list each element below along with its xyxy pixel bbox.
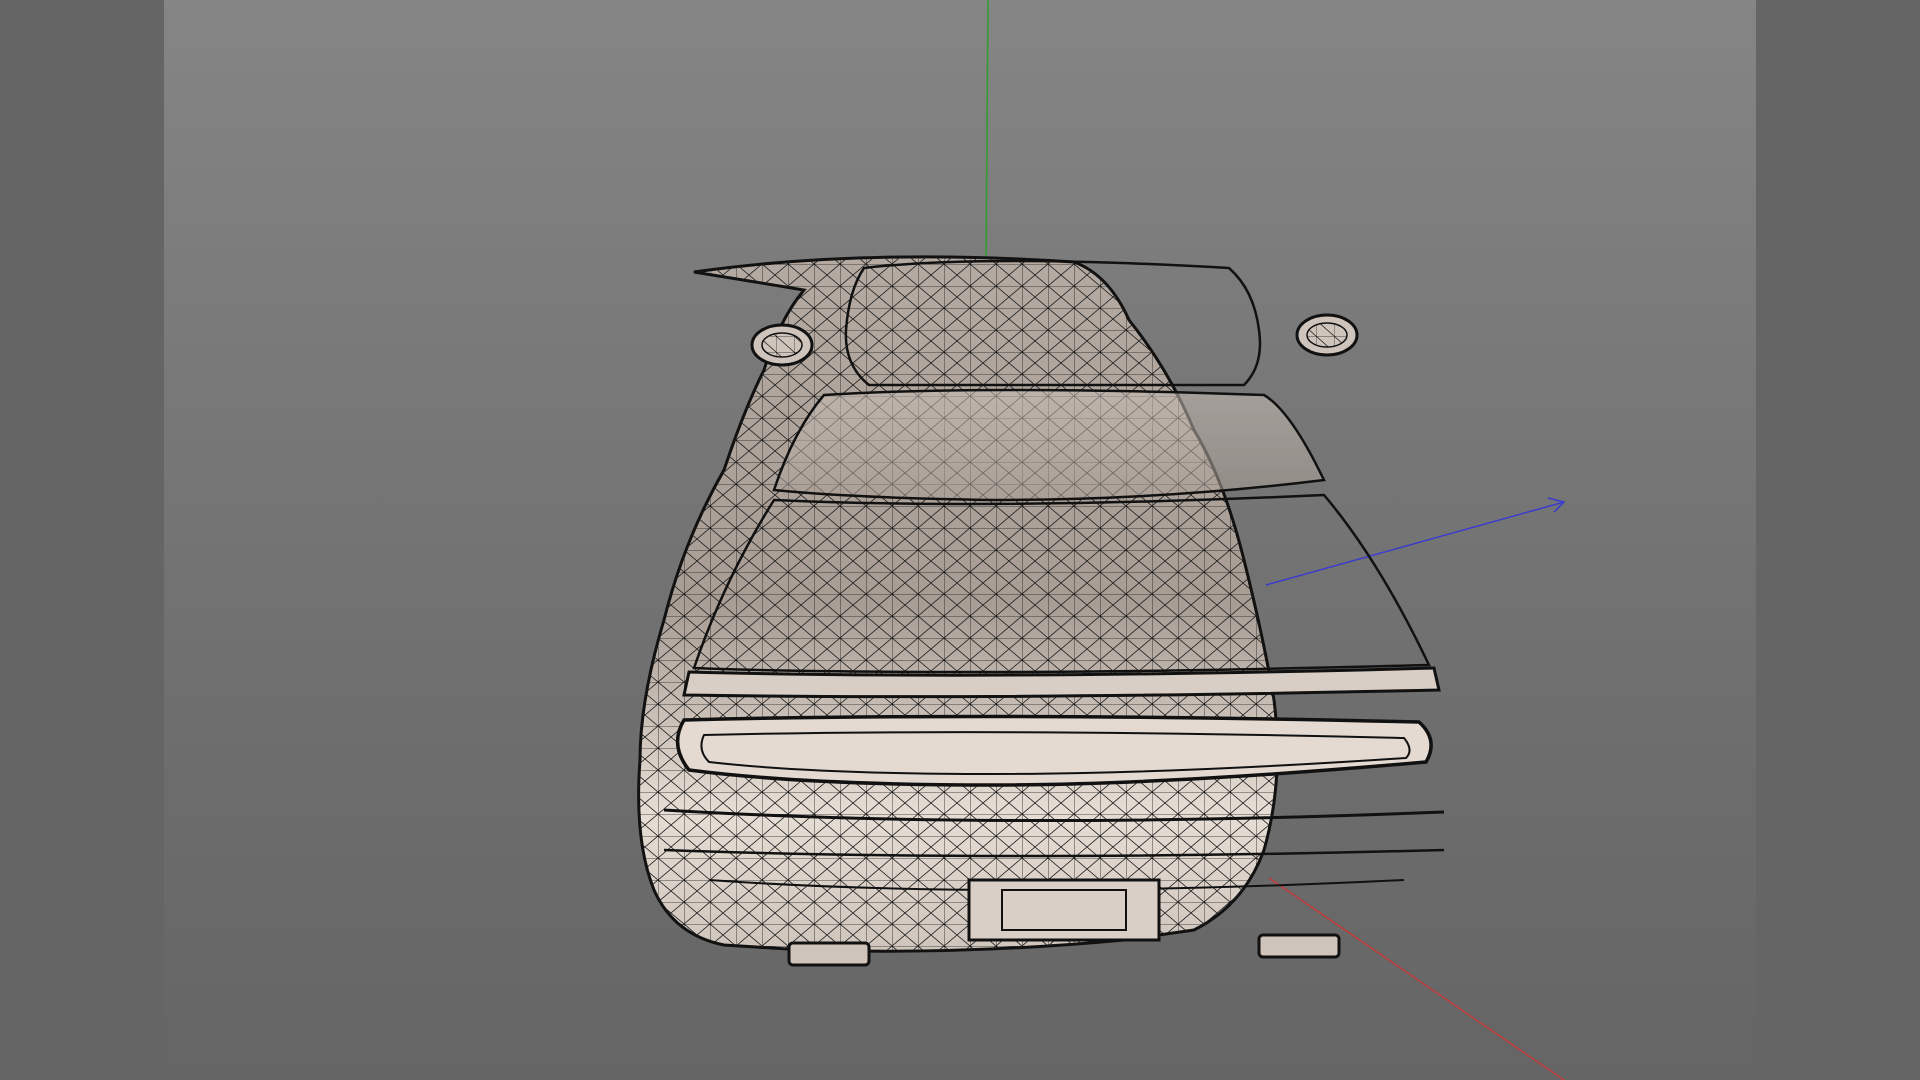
exhaust-right: [1257, 933, 1341, 959]
tail-light-bar: [675, 714, 1433, 787]
license-plate: [967, 878, 1161, 942]
mirror-left: [750, 323, 814, 367]
3d-viewport[interactable]: [164, 0, 1756, 1080]
mirror-right: [1295, 313, 1359, 357]
modeling-app: [0, 0, 1920, 1080]
left-panel: [0, 0, 164, 1080]
exhaust-left: [787, 941, 871, 967]
right-panel: [1756, 0, 1920, 1080]
x-axis: [1268, 877, 1565, 1080]
z-axis: [1265, 497, 1566, 586]
car-model[interactable]: [624, 240, 1445, 967]
viewport-canvas[interactable]: [164, 0, 1756, 1080]
rear-window: [772, 388, 1326, 502]
y-axis: [985, 0, 989, 269]
